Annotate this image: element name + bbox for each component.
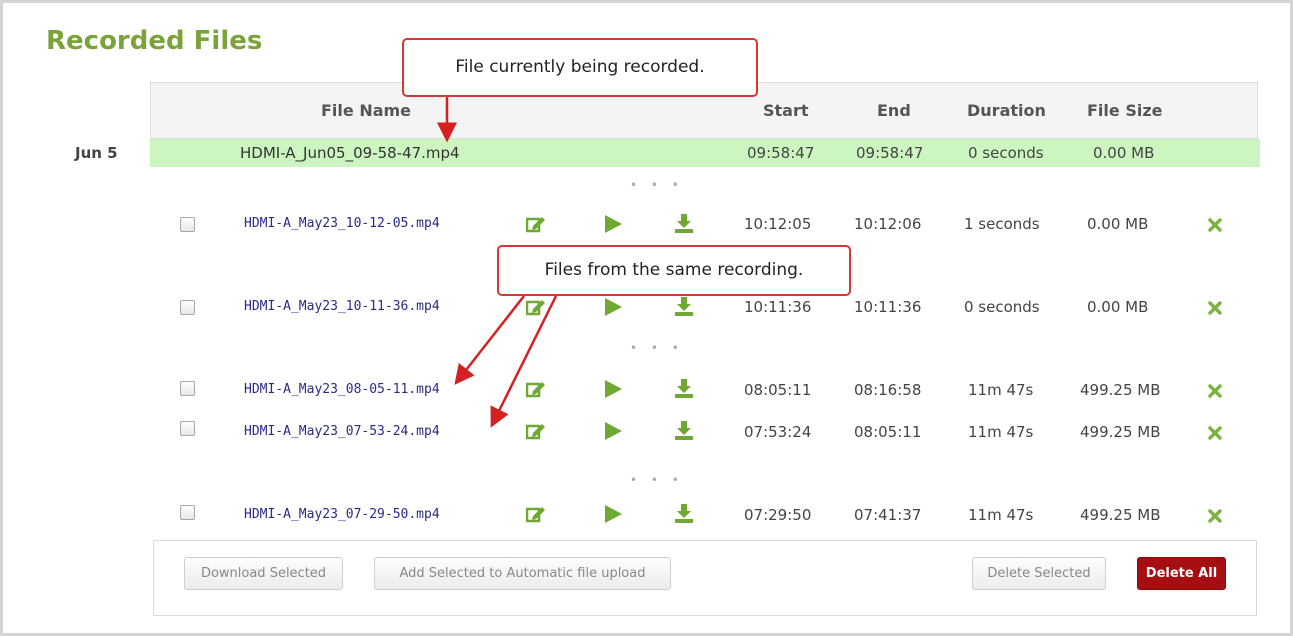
callout-arrow <box>490 295 558 428</box>
callout-same-recording: Files from the same recording. <box>497 245 851 296</box>
callout-current-recording: File currently being recorded. <box>402 38 758 97</box>
callout-arrow <box>454 295 525 385</box>
